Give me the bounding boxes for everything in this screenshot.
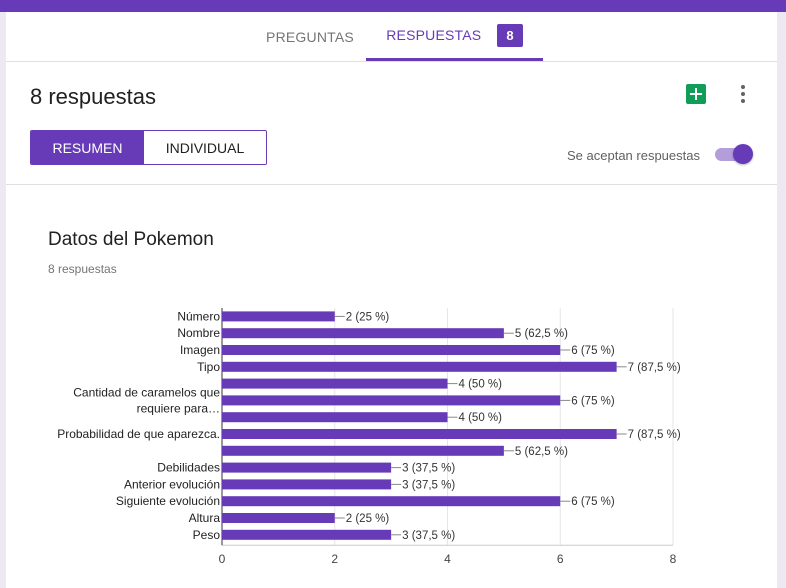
y-tick-label: Probabilidad de que aparezca. (57, 427, 220, 441)
data-label: 4 (50 %) (459, 412, 503, 424)
y-tick-label: Cantidad de caramelos que (73, 385, 220, 399)
bar (222, 462, 392, 473)
bar (222, 445, 504, 456)
bar (222, 513, 335, 523)
responses-bar-chart: 0 2 4 6 8 2 (25 %) Número 5 (62,5 %) Nombre 6 (75… (57, 308, 681, 566)
data-label: 3 (37,5 %) (402, 530, 455, 542)
y-tick-label: Número (177, 309, 220, 323)
data-label: 7 (87,5 %) (628, 362, 681, 374)
data-label: 5 (62,5 %) (515, 446, 568, 458)
bar (222, 529, 392, 540)
y-tick-label: Altura (189, 511, 221, 525)
x-tick-label: 6 (557, 552, 564, 566)
x-tick-label: 0 (219, 552, 226, 566)
bar (222, 361, 617, 372)
top-accent-bar (0, 0, 786, 12)
data-label: 6 (75 %) (571, 345, 615, 357)
y-tick-label: Anterior evolución (124, 477, 220, 491)
x-tick-label: 2 (331, 552, 338, 566)
accepting-responses-label: Se aceptan respuestas (567, 148, 700, 163)
responses-card: 8 respuestas RESUMEN INDIVIDUAL Se acept… (6, 62, 777, 588)
y-tick-label: Siguiente evolución (116, 494, 220, 508)
responses-header: 8 respuestas RESUMEN INDIVIDUAL Se acept… (6, 62, 777, 185)
question-response-count: 8 respuestas (48, 262, 117, 276)
bar (222, 328, 504, 339)
data-label: 6 (75 %) (571, 395, 615, 407)
responses-title: 8 respuestas (30, 84, 156, 109)
bar (222, 412, 448, 423)
data-label: 3 (37,5 %) (402, 463, 455, 475)
y-tick-label: Debilidades (157, 461, 220, 475)
bar (222, 378, 448, 389)
bar (222, 345, 561, 355)
accepting-responses-toggle[interactable] (715, 144, 753, 164)
y-tick-label: Nombre (177, 326, 220, 340)
data-label: 6 (75 %) (571, 496, 615, 508)
more-vert-icon[interactable] (733, 82, 753, 106)
sheets-icon[interactable] (686, 84, 706, 104)
data-label: 4 (50 %) (459, 379, 503, 391)
bar (222, 496, 561, 507)
question-title: Datos del Pokemon (48, 229, 214, 250)
y-tick-label: requiere para… (137, 401, 220, 415)
x-tick-label: 4 (444, 552, 451, 566)
data-label: 2 (25 %) (346, 311, 390, 323)
data-label: 3 (37,5 %) (402, 479, 455, 491)
y-tick-label: Peso (193, 528, 221, 542)
bar (222, 311, 335, 322)
resumen-button[interactable]: RESUMEN (31, 131, 144, 164)
y-tick-label: Imagen (180, 343, 220, 357)
bar (222, 429, 617, 439)
y-tick-label: Tipo (197, 360, 220, 374)
bar (222, 479, 392, 490)
tab-preguntas[interactable]: PREGUNTAS (250, 12, 370, 61)
x-tick-label: 8 (670, 552, 677, 566)
tabs-bar: PREGUNTAS RESPUESTAS 8 (6, 12, 777, 62)
toggle-knob (733, 144, 753, 164)
tab-respuestas[interactable]: RESPUESTAS 8 (366, 12, 543, 61)
tab-respuestas-label: RESPUESTAS (386, 27, 482, 43)
data-label: 5 (62,5 %) (515, 328, 568, 340)
view-toggle: RESUMEN INDIVIDUAL (30, 130, 267, 165)
data-label: 7 (87,5 %) (628, 429, 681, 441)
responses-count-badge: 8 (497, 23, 523, 47)
data-label: 2 (25 %) (346, 513, 390, 525)
bar (222, 395, 561, 406)
individual-button[interactable]: INDIVIDUAL (144, 131, 266, 164)
tab-preguntas-label: PREGUNTAS (266, 28, 354, 45)
